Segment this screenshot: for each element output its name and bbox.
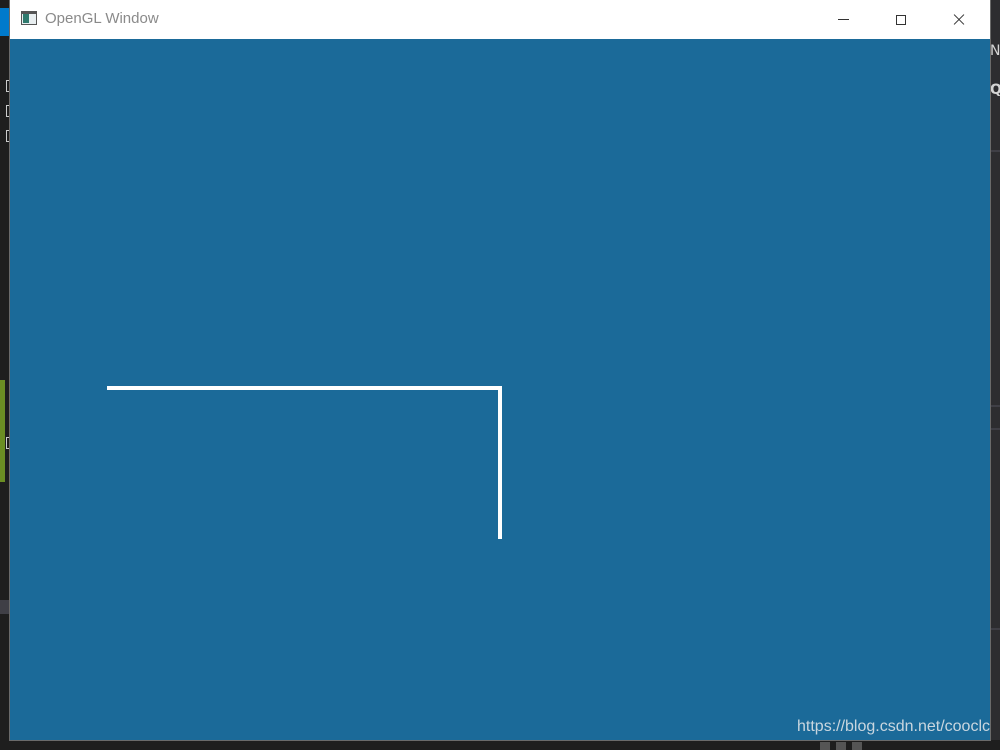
file-icon [836,742,846,750]
desktop: NS Q OpenGL Window https://blo [0,0,1000,750]
background-ide-divider [990,405,1000,407]
background-ide-green-bar [0,380,5,482]
opengl-window: OpenGL Window https://blog.csdn.net/cooc… [10,0,990,740]
background-ide-bottom-icons [820,742,950,750]
background-ide-right-text: NS [990,43,1000,59]
background-ide-accent-tab [0,8,10,36]
background-ide-scroll-area [0,600,10,614]
opengl-render-viewport[interactable]: https://blog.csdn.net/cooclc [10,39,990,740]
background-ide-divider [990,428,1000,430]
close-button[interactable] [930,0,988,39]
watermark-url: https://blog.csdn.net/cooclc [797,718,990,735]
window-titlebar[interactable]: OpenGL Window [10,0,990,39]
background-ide-divider [990,628,1000,630]
file-icon [852,742,862,750]
render-surface [107,386,502,539]
background-ide-divider [990,150,1000,152]
background-ide-right-text: Q [990,82,1000,98]
maximize-button[interactable] [872,0,930,39]
background-ide-right-edge [990,0,1000,750]
maximize-icon [896,14,906,25]
window-title: OpenGL Window [45,10,159,27]
close-icon [952,13,966,27]
minimize-icon [837,19,849,20]
minimize-button[interactable] [814,0,872,39]
white-line-strip [107,386,502,539]
opengl-app-icon[interactable] [21,11,37,25]
tree-icon [820,742,830,750]
